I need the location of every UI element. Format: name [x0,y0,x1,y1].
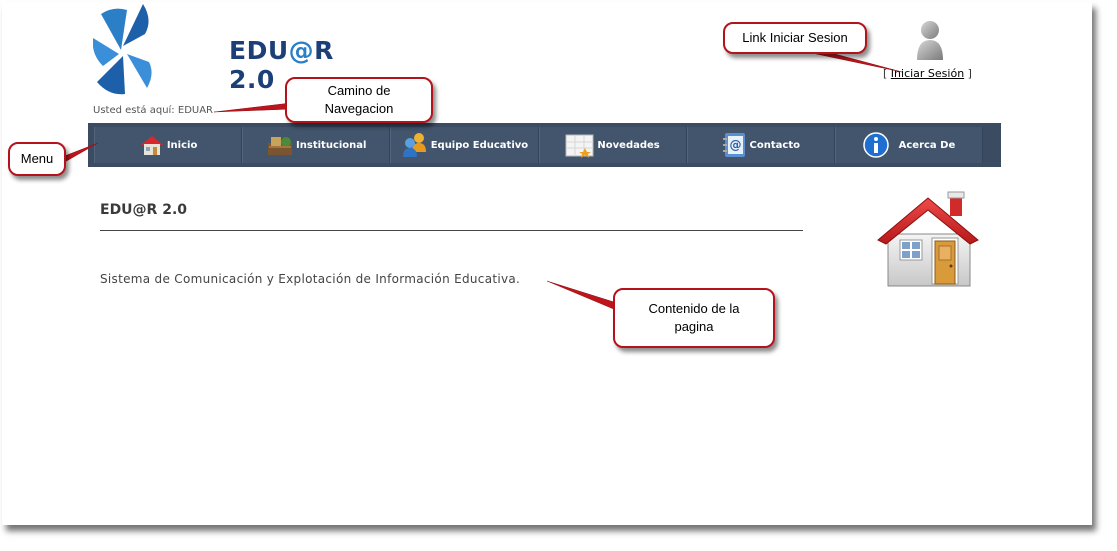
menu-item-label: Contacto [749,139,800,151]
menu-item-novedades[interactable]: Novedades [538,127,687,163]
annotation-content: Contenido de la pagina [613,288,775,348]
annotation-content-line2: pagina [674,319,714,334]
logo[interactable]: EDU@R 2.0 [92,4,333,98]
menu-item-label: Novedades [597,139,660,151]
annotation-breadcrumb-line2: Navegacion [324,101,394,116]
login-open-bracket: [ [883,67,888,80]
menu-item-label: Inicio [166,139,198,151]
breadcrumb-label: Usted está aquí: [93,105,175,116]
logo-star-icon [92,4,152,95]
calendar-icon [565,134,594,158]
main-menu: Inicio Institucional Equipo Educativo No… [88,123,1001,167]
contact-book-icon: @ [722,133,745,157]
logo-text-prefix: EDU [229,36,289,65]
svg-text:@: @ [729,138,741,152]
annotation-menu-text: Menu [20,151,54,166]
home-icon [140,136,163,155]
annotation-content-line1: Contenido de la [648,301,740,316]
title-divider [100,230,803,231]
annotation-login-text: Link Iniciar Sesion [742,30,848,45]
menu-item-equipo-educativo[interactable]: Equipo Educativo [390,127,539,163]
login-close-bracket: ] [967,67,972,80]
logo-text-at: @ [288,36,315,65]
menu-item-acerca-de[interactable]: Acerca De [834,127,984,163]
page-content-text: Sistema de Comunicación y Explotación de… [100,272,521,286]
annotation-login: Link Iniciar Sesion [723,22,867,54]
login-area: [ Iniciar Sesión ] [883,67,972,80]
users-icon [402,133,426,157]
annotation-menu: Menu [8,142,66,176]
annotation-breadcrumb-line1: Camino de [327,83,391,98]
breadcrumb: Usted está aquí: EDUAR [93,105,213,116]
page-title: EDU@R 2.0 [100,202,188,218]
login-link[interactable]: Iniciar Sesión [891,67,964,80]
menu-item-label: Equipo Educativo [430,139,529,151]
user-avatar-icon [914,20,946,62]
institution-icon [268,137,293,155]
breadcrumb-current[interactable]: EDUAR [178,105,213,116]
menu-item-contacto[interactable]: @ Contacto [686,127,835,163]
menu-item-label: Institucional [296,139,367,151]
menu-item-inicio[interactable]: Inicio [94,127,243,163]
house-illustration-icon [876,190,980,290]
info-icon [862,132,889,158]
menu-item-label: Acerca De [898,139,956,151]
annotation-breadcrumb: Camino de Navegacion [285,77,433,123]
menu-item-institucional[interactable]: Institucional [242,127,391,163]
